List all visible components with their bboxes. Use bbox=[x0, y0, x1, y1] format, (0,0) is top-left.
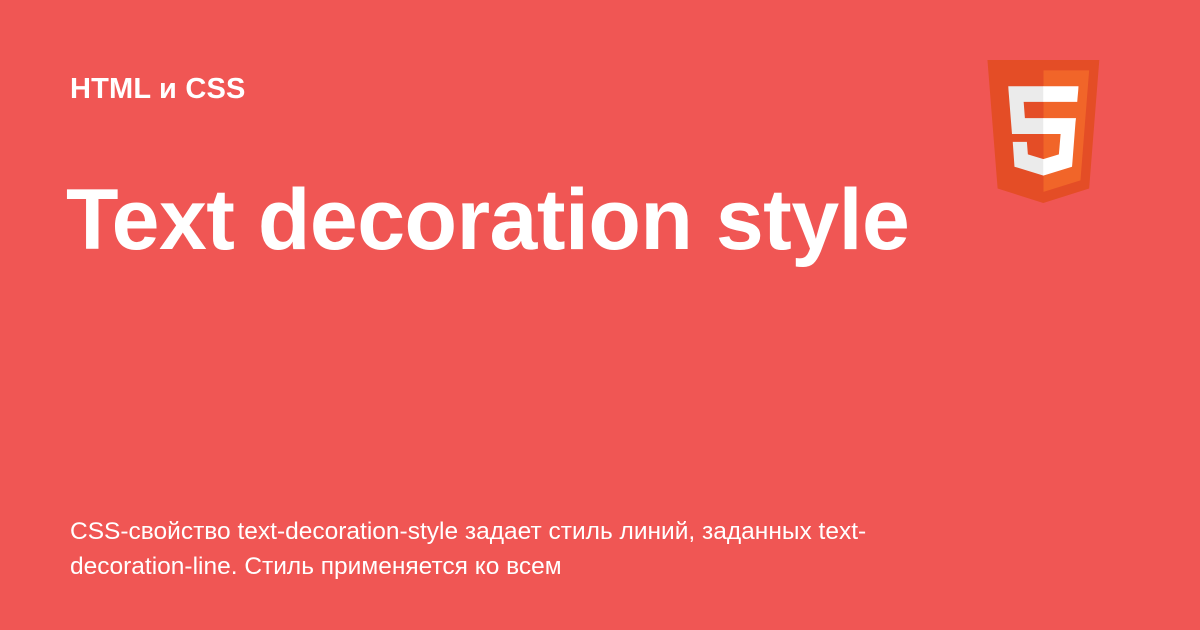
article-title: Text decoration style bbox=[66, 172, 910, 268]
article-description: CSS-свойство text-decoration-style задае… bbox=[70, 518, 867, 580]
category-label: HTML и CSS bbox=[70, 73, 246, 105]
html5-five-right-top bbox=[1043, 86, 1079, 102]
article-card: HTML и CSS Text decoration style CSS-сво… bbox=[0, 0, 1200, 630]
html5-icon bbox=[980, 60, 1107, 203]
